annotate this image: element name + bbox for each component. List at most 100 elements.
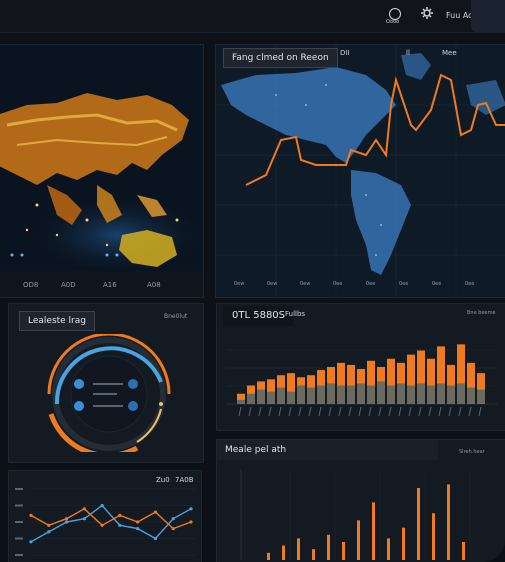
data-point	[29, 540, 33, 544]
map-right-header-1: DII	[340, 49, 350, 57]
data-point	[171, 517, 175, 521]
x-tick-mark	[368, 406, 372, 417]
gauge-title: Lealeste lrag	[19, 311, 95, 331]
bar-grey	[397, 383, 405, 404]
bar-orange	[267, 552, 270, 560]
x-tick-mark	[348, 406, 352, 417]
data-point	[153, 510, 158, 514]
bar-grey	[277, 387, 285, 404]
map-right-title: Fang clmed on Reeon	[223, 48, 338, 68]
map-tick-label: 0ew	[234, 281, 245, 287]
bar-grey	[307, 387, 315, 404]
line-chart-label-2: 7A0B	[175, 476, 194, 484]
data-point	[29, 513, 33, 517]
data-point	[153, 536, 158, 541]
line-chart-panel: Zu0 7A0B	[8, 470, 202, 562]
bar-grey	[357, 383, 365, 404]
top-toolbar: Oooo Fuu Ao	[0, 0, 505, 33]
bar-chart-badge: Bne beeme	[467, 310, 496, 316]
data-point	[118, 513, 122, 517]
map-tick-label: 0ee	[465, 281, 475, 287]
bar-grey	[247, 393, 255, 404]
gear-icon[interactable]	[421, 7, 433, 19]
lower-bar-plot	[240, 470, 471, 560]
map-tick-label: 0ew	[300, 281, 311, 287]
x-tick-mark	[468, 406, 472, 417]
bar-grey	[267, 391, 275, 404]
data-point	[136, 527, 140, 531]
bar-orange	[462, 542, 465, 560]
y-tick-label	[15, 488, 23, 490]
bar-grey	[467, 387, 475, 404]
x-tick-mark	[278, 406, 282, 417]
data-point	[136, 520, 140, 524]
map-tick-label: 0ee	[432, 281, 442, 287]
bar-orange	[297, 538, 300, 560]
bar-chart-subtitle: Fullbs	[285, 310, 306, 318]
x-tick-mark	[388, 406, 392, 417]
x-tick-mark	[318, 406, 322, 417]
gauge-dial	[47, 334, 171, 452]
map-tick-label: 0ee	[366, 281, 376, 287]
y-tick-label	[15, 537, 23, 540]
bar-grey	[237, 399, 245, 404]
y-tick-label	[15, 554, 23, 556]
bar-grey	[287, 391, 295, 404]
toolbar-label-2[interactable]: Fuu Ao	[446, 11, 473, 20]
line-chart-plot	[15, 488, 195, 556]
data-point	[189, 520, 193, 524]
map-right-header-3: Mee	[442, 49, 457, 57]
data-point	[118, 523, 122, 527]
x-tick-mark	[238, 406, 242, 417]
x-tick-mark	[248, 406, 252, 417]
bar-chart-plot	[227, 344, 497, 417]
bar-grey	[447, 385, 455, 404]
x-tick-mark	[358, 406, 362, 417]
data-point	[47, 523, 51, 527]
gauge-badge: Bne0lut	[164, 313, 188, 320]
x-tick-mark	[478, 406, 482, 417]
lower-bar-panel: Meale pel ath Slreh hear	[216, 439, 505, 562]
bar-orange	[402, 527, 405, 560]
data-point	[100, 503, 104, 508]
map-right-header-2: ll	[406, 49, 410, 57]
lower-bar-title: Meale pel ath	[217, 440, 438, 460]
toolbar-label-1: Oooo	[386, 19, 400, 25]
bar-grey	[407, 385, 415, 404]
data-point	[189, 507, 193, 511]
map-left-label-4: A08	[147, 281, 161, 289]
bar-orange	[312, 549, 315, 560]
bar-orange	[387, 538, 390, 560]
bar-orange	[357, 520, 360, 560]
x-tick-mark	[458, 406, 462, 417]
bar-grey	[457, 383, 465, 404]
map-tick-label: 0ew	[267, 281, 278, 287]
data-point	[64, 517, 69, 521]
x-tick-mark	[268, 406, 272, 417]
bar-grey	[437, 383, 445, 404]
x-tick-mark	[308, 406, 312, 417]
bar-grey	[427, 385, 435, 404]
line-chart-label-1: Zu0	[156, 476, 170, 484]
x-tick-mark	[298, 406, 302, 417]
bar-grey	[327, 383, 335, 404]
bar-orange	[447, 484, 450, 560]
x-tick-mark	[448, 406, 452, 417]
x-tick-mark	[428, 406, 432, 417]
bar-grey	[387, 385, 395, 404]
map-left-label-1: OD8	[23, 281, 39, 289]
bar-chart-title: 0TL 5880S	[223, 306, 295, 326]
data-point	[171, 527, 175, 531]
map-panel-left: OD8 A0D A16 A08	[0, 44, 204, 298]
dashboard-window: Oooo Fuu Ao OD8 A0D A16 A08 Fang clmed o…	[0, 0, 505, 562]
bar-grey	[417, 383, 425, 404]
map-panel-right: Fang clmed on Reeon DII ll Mee 0ew 0ew 0ew…	[215, 44, 505, 298]
window-corner-button[interactable]	[471, 0, 505, 32]
bar-orange	[342, 542, 345, 560]
x-tick-mark	[438, 406, 442, 417]
bar-orange	[432, 513, 435, 560]
world-map-east	[0, 45, 203, 271]
x-tick-mark	[408, 406, 412, 417]
map-left-label-2: A0D	[61, 281, 76, 289]
data-point	[47, 530, 51, 534]
